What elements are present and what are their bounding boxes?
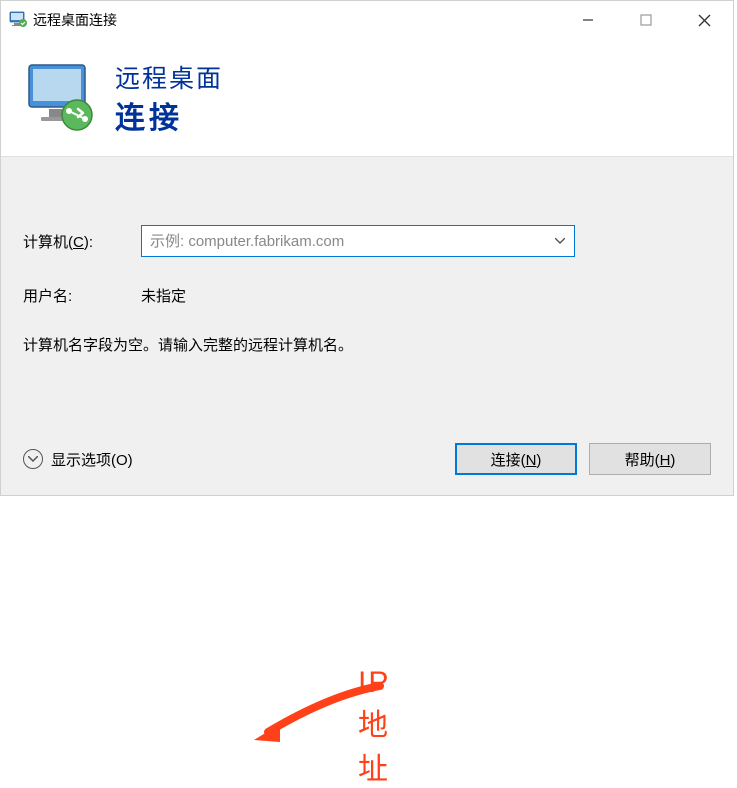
username-row: 用户名: 未指定 — [23, 285, 711, 306]
chevron-down-circle-icon — [23, 449, 43, 469]
connect-button[interactable]: 连接(N) — [455, 443, 577, 475]
chevron-down-icon[interactable] — [546, 226, 574, 256]
app-icon — [9, 11, 27, 29]
minimize-button[interactable] — [559, 1, 617, 39]
computer-label: 计算机(C): — [23, 231, 141, 252]
options-label: 显示选项(O) — [51, 449, 133, 470]
maximize-button[interactable] — [617, 1, 675, 39]
close-button[interactable] — [675, 1, 733, 39]
header-line1: 远程桌面 — [115, 59, 223, 95]
rdp-window: 远程桌面连接 — [0, 0, 734, 496]
body: 计算机(C): 用户名: 未指定 计算机名字段为空。请输入完整的远程计算机名。 … — [1, 157, 733, 495]
window-title: 远程桌面连接 — [33, 10, 117, 30]
computer-row: 计算机(C): — [23, 225, 711, 257]
titlebar: 远程桌面连接 — [1, 1, 733, 39]
header: 远程桌面 连接 — [1, 39, 733, 157]
annotation-label: IP地址 — [358, 666, 390, 788]
footer-buttons: 连接(N) 帮助(H) — [455, 443, 711, 475]
header-line2: 连接 — [115, 93, 223, 137]
username-value: 未指定 — [141, 285, 186, 306]
hint-text: 计算机名字段为空。请输入完整的远程计算机名。 — [23, 334, 711, 355]
window-controls — [559, 1, 733, 39]
computer-input[interactable] — [150, 233, 546, 250]
annotation-arrow-icon — [250, 680, 390, 750]
header-text: 远程桌面 连接 — [115, 59, 223, 137]
footer: 显示选项(O) 连接(N) 帮助(H) — [23, 443, 711, 475]
rdp-large-icon — [23, 61, 97, 135]
show-options-toggle[interactable]: 显示选项(O) — [23, 449, 133, 470]
computer-combobox[interactable] — [141, 225, 575, 257]
username-label: 用户名: — [23, 285, 141, 306]
help-button[interactable]: 帮助(H) — [589, 443, 711, 475]
